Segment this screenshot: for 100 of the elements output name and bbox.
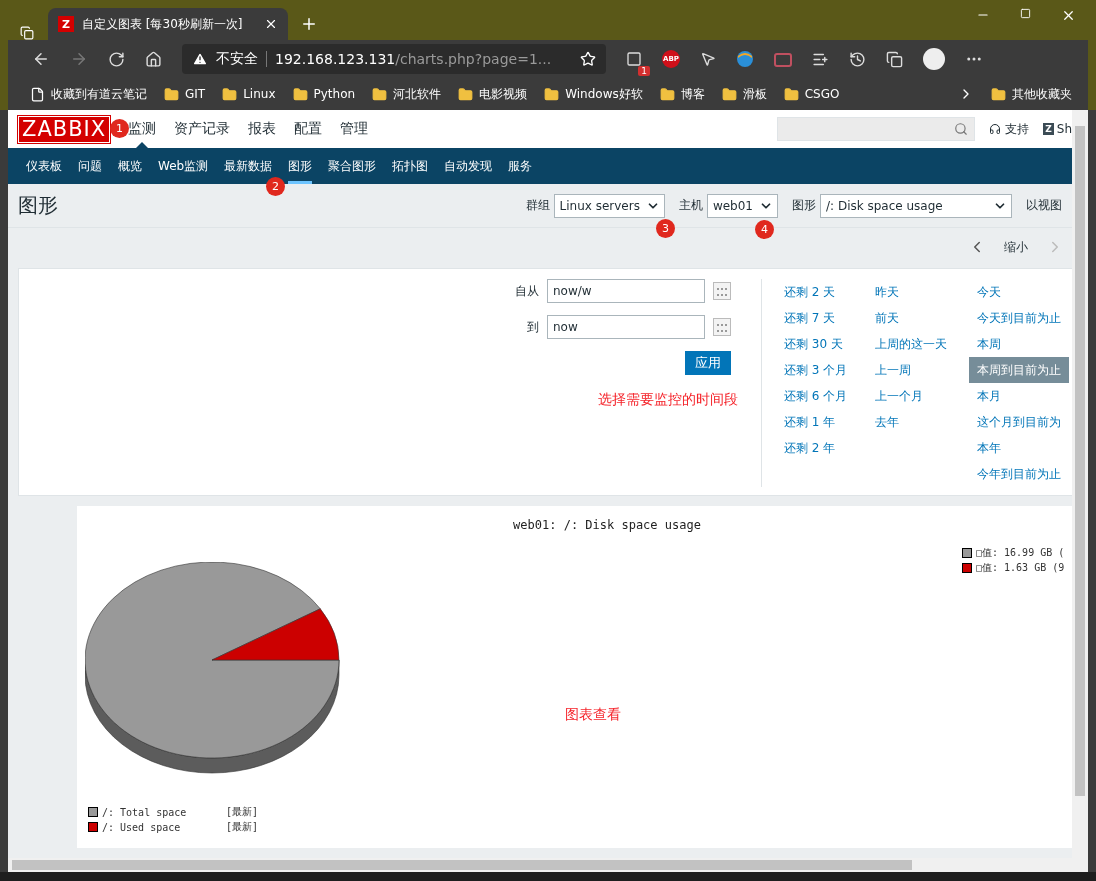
bookmark[interactable]: Python bbox=[292, 86, 356, 102]
collections-icon[interactable] bbox=[886, 50, 903, 68]
bookmark[interactable]: Windows好软 bbox=[544, 85, 643, 103]
filter-select[interactable]: /: Disk space usage bbox=[820, 193, 1012, 218]
main-menu-item[interactable]: 监测 bbox=[128, 110, 157, 148]
page-title: 图形 bbox=[18, 192, 58, 219]
sub-menu-item[interactable]: Web监测 bbox=[150, 148, 217, 184]
extension-icon[interactable] bbox=[626, 51, 642, 67]
time-range-link[interactable]: 今天 bbox=[969, 279, 1009, 305]
sub-menu-item[interactable]: 自动发现 bbox=[436, 148, 501, 184]
time-range-link[interactable]: 这个月到目前为 bbox=[969, 409, 1069, 435]
support-link[interactable]: 支持 bbox=[989, 120, 1030, 138]
graph-title: web01: /: Disk space usage bbox=[512, 518, 702, 532]
time-range-link[interactable]: 上周的这一天 bbox=[867, 331, 955, 357]
horizontal-scrollbar[interactable] bbox=[8, 858, 1088, 872]
close-tab-icon[interactable] bbox=[264, 17, 278, 31]
back-icon[interactable] bbox=[32, 50, 50, 68]
new-tab-icon[interactable] bbox=[300, 15, 318, 33]
folder-icon bbox=[721, 86, 737, 102]
home-icon[interactable] bbox=[145, 50, 162, 68]
annotation-note: 选择需要监控的时间段 bbox=[598, 391, 738, 409]
bookmark[interactable]: 博客 bbox=[659, 85, 705, 103]
bookmark[interactable]: 电影视频 bbox=[458, 85, 528, 103]
bookmark[interactable]: GIT bbox=[164, 86, 206, 102]
apply-button[interactable]: 应用 bbox=[685, 351, 731, 375]
time-range-link[interactable]: 还剩 30 天 bbox=[776, 331, 851, 357]
favorite-icon[interactable] bbox=[580, 51, 596, 67]
tab-title: 自定义图表 [每30秒刷新一次] bbox=[82, 15, 244, 33]
sub-menu-item[interactable]: 问题 bbox=[70, 148, 110, 184]
scroll-thumb[interactable] bbox=[1075, 126, 1085, 796]
time-range-link[interactable]: 还剩 2 年 bbox=[776, 435, 844, 461]
vertical-scrollbar[interactable] bbox=[1072, 110, 1088, 858]
view-link[interactable]: 以视图 bbox=[1026, 197, 1062, 214]
main-menu-item[interactable]: 管理 bbox=[340, 110, 369, 148]
user-link[interactable]: Z Sh bbox=[1043, 122, 1072, 136]
sub-menu-item[interactable]: 概览 bbox=[110, 148, 150, 184]
address-bar[interactable]: 不安全 192.168.123.131/charts.php?page=1... bbox=[182, 44, 606, 74]
search-field[interactable] bbox=[777, 117, 976, 141]
legend-item-name: /: Used space bbox=[102, 821, 182, 833]
number-badge: 4 bbox=[755, 220, 774, 239]
tv-icon[interactable] bbox=[774, 51, 792, 67]
bookmark[interactable]: Linux bbox=[222, 86, 276, 102]
time-range-link[interactable]: 还剩 3 个月 bbox=[776, 357, 856, 383]
cursor-icon[interactable] bbox=[700, 51, 716, 67]
folder-icon bbox=[991, 86, 1006, 102]
time-range-link[interactable]: 昨天 bbox=[867, 279, 907, 305]
tab-favicon: Z bbox=[58, 16, 74, 32]
filter-label: 主机 bbox=[678, 197, 703, 214]
bookmark[interactable]: 河北软件 bbox=[372, 85, 442, 103]
bookmark[interactable]: CSGO bbox=[783, 86, 840, 102]
security-label: 不安全 bbox=[216, 50, 258, 68]
calendar-icon[interactable] bbox=[713, 282, 731, 300]
extension-badge: 1 bbox=[638, 66, 650, 76]
sub-menu-item[interactable]: 仪表板 bbox=[18, 148, 70, 184]
time-range-link[interactable]: 上一个月 bbox=[867, 383, 931, 409]
filter-label: 图形 bbox=[792, 197, 816, 214]
time-range-link[interactable]: 本周 bbox=[969, 331, 1009, 357]
bookmark[interactable]: 收藏到有道云笔记 bbox=[30, 85, 147, 103]
sub-menu-item[interactable]: 拓扑图 bbox=[384, 148, 437, 184]
bookmark[interactable]: 滑板 bbox=[721, 85, 767, 103]
time-range-link[interactable]: 还剩 7 天 bbox=[776, 305, 844, 331]
main-menu-item[interactable]: 资产记录 bbox=[174, 110, 231, 148]
time-range-link[interactable]: 去年 bbox=[867, 409, 907, 435]
time-range-link[interactable]: 本年 bbox=[969, 435, 1009, 461]
refresh-icon[interactable] bbox=[108, 50, 125, 68]
legend-tag: [最新] bbox=[226, 820, 259, 834]
time-range-link[interactable]: 前天 bbox=[867, 305, 907, 331]
browser-tab[interactable]: Z 自定义图表 [每30秒刷新一次] bbox=[48, 8, 288, 40]
legend-value: □值: 16.99 GB ( bbox=[976, 546, 1065, 560]
zoom-out-button[interactable]: 缩小 bbox=[1004, 238, 1028, 256]
time-range-link[interactable]: 还剩 1 年 bbox=[776, 409, 844, 435]
filter-select[interactable]: web01 bbox=[706, 193, 778, 218]
profile-avatar[interactable] bbox=[923, 48, 945, 70]
main-menu-item[interactable]: 配置 bbox=[294, 110, 323, 148]
time-range-link[interactable]: 还剩 6 个月 bbox=[776, 383, 856, 409]
search-icon[interactable] bbox=[954, 122, 969, 136]
to-label: 到 bbox=[527, 318, 539, 336]
close-icon[interactable] bbox=[1061, 8, 1076, 23]
sub-menu-item[interactable]: 聚合图形 bbox=[320, 148, 385, 184]
main-menu-item[interactable]: 报表 bbox=[248, 110, 277, 148]
sub-menu-item[interactable]: 服务 bbox=[500, 148, 541, 184]
globe-icon[interactable] bbox=[736, 50, 754, 68]
filter-select[interactable]: Linux servers bbox=[553, 193, 665, 218]
time-range-link[interactable]: 上一周 bbox=[867, 357, 919, 383]
time-range-link[interactable]: 今天到目前为止 bbox=[969, 305, 1069, 331]
scroll-thumb[interactable] bbox=[12, 860, 912, 870]
zabbix-logo[interactable]: ZABBIX bbox=[18, 115, 111, 143]
time-range-link[interactable]: 今年到目前为止 bbox=[969, 461, 1069, 487]
headset-icon bbox=[989, 123, 1002, 135]
from-field[interactable]: now/w bbox=[547, 279, 705, 303]
folder-icon bbox=[372, 86, 388, 102]
history-icon[interactable] bbox=[849, 50, 866, 68]
other-bookmarks[interactable]: 其他收藏夹 bbox=[991, 85, 1072, 103]
time-range-link[interactable]: 本月 bbox=[969, 383, 1009, 409]
time-range-link[interactable]: 还剩 2 天 bbox=[776, 279, 844, 305]
to-field[interactable]: now bbox=[547, 315, 705, 339]
forward-icon[interactable] bbox=[70, 50, 88, 68]
maximize-icon[interactable] bbox=[1020, 8, 1031, 19]
calendar-icon[interactable] bbox=[713, 318, 731, 336]
tab-actions-icon[interactable] bbox=[20, 26, 34, 40]
